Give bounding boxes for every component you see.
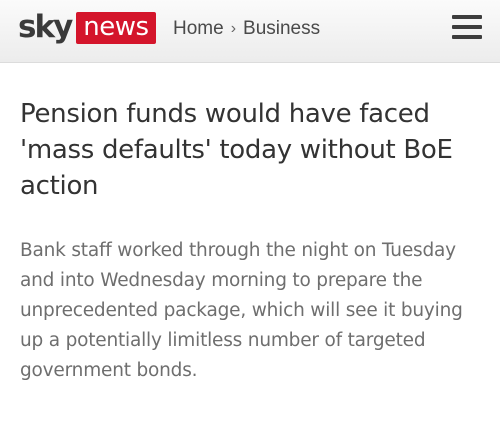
article-headline: Pension funds would have faced 'mass def…	[20, 99, 453, 201]
breadcrumb-home-link[interactable]: Home	[173, 18, 224, 40]
site-header: sky news Home › Business	[0, 0, 500, 63]
breadcrumb: Home › Business	[173, 18, 320, 40]
hamburger-menu-icon[interactable]	[452, 15, 482, 43]
logo-news-badge: news	[76, 12, 156, 44]
breadcrumb-business-link[interactable]: Business	[243, 18, 320, 40]
sky-news-logo[interactable]: sky news	[18, 10, 156, 44]
menu-bar-bottom	[452, 35, 482, 39]
menu-bar-middle	[452, 25, 482, 29]
menu-bar-top	[452, 15, 482, 19]
chevron-right-icon: ›	[230, 20, 237, 37]
logo-sky-text: sky	[18, 9, 73, 45]
article-standfirst: Bank staff worked through the night on T…	[20, 240, 463, 381]
